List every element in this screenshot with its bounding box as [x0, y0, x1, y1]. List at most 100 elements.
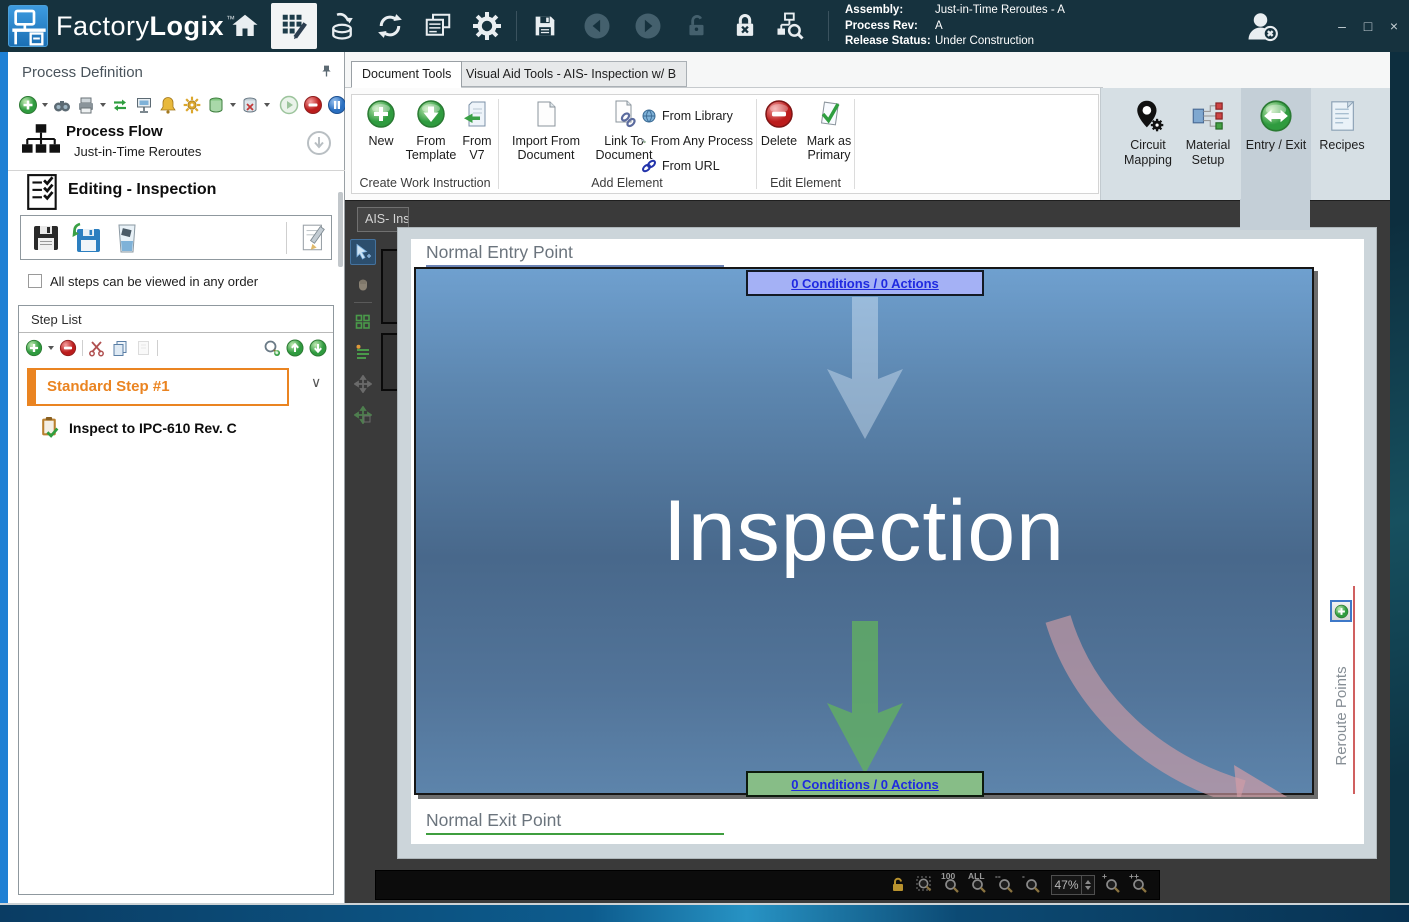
presentation-icon[interactable] — [134, 95, 154, 115]
from-url-button[interactable]: From URL — [641, 153, 753, 178]
zoom-step-icon[interactable] — [263, 339, 281, 357]
delete-button[interactable]: Delete — [757, 99, 801, 148]
redo-button[interactable] — [626, 0, 670, 52]
move-step-tool[interactable] — [350, 402, 376, 428]
zoom-level-field[interactable]: 47% — [1051, 875, 1095, 895]
align-tool[interactable] — [350, 340, 376, 366]
add-reroute-point-button[interactable] — [1330, 600, 1352, 622]
zoom-in-fast-button[interactable]: ++ — [1131, 876, 1149, 894]
export-data-icon[interactable] — [206, 95, 226, 115]
from-any-process-button[interactable]: From Any Process — [641, 128, 753, 153]
process-step-box[interactable]: Inspection — [414, 267, 1314, 795]
lock-revision-button[interactable] — [723, 0, 767, 52]
assembly-value: Just-in-Time Reroutes - A — [935, 4, 1065, 16]
add-step-dropdown-caret[interactable] — [48, 346, 54, 350]
substep-label[interactable]: Inspect to IPC-610 Rev. C — [69, 420, 237, 436]
material-setup-button[interactable]: Material Setup — [1179, 96, 1237, 168]
new-button[interactable]: New — [358, 99, 404, 148]
process-audit-button[interactable] — [768, 0, 812, 52]
exit-conditions-bar[interactable]: 0 Conditions / 0 Actions — [746, 771, 984, 797]
circuit-mapping-button[interactable]: Circuit Mapping — [1117, 96, 1179, 168]
zoom-out-fast-button[interactable]: -- — [997, 876, 1015, 894]
save-as-icon[interactable] — [69, 221, 103, 255]
sync-button[interactable] — [368, 0, 412, 52]
save-document-icon[interactable] — [31, 223, 61, 253]
release-icon[interactable] — [279, 95, 299, 115]
zoom-all-button[interactable]: ALL — [970, 876, 988, 894]
zoom-out-button[interactable]: - — [1024, 876, 1042, 894]
zoom-spinner-up[interactable] — [1085, 880, 1091, 884]
save-button[interactable] — [523, 0, 567, 52]
panel-scrollbar-thumb[interactable] — [338, 192, 343, 267]
swap-process-icon[interactable] — [110, 95, 130, 115]
tab-visual-aid-tools[interactable]: Visual Aid Tools - AIS- Inspection w/ B — [455, 61, 687, 87]
copy-icon[interactable] — [111, 339, 129, 357]
zoom-level-spinner[interactable] — [1081, 876, 1094, 894]
add-process-icon[interactable] — [18, 95, 38, 115]
maximize-button[interactable]: □ — [1356, 0, 1380, 52]
print-dropdown-caret[interactable] — [100, 103, 106, 107]
export-dropdown-caret[interactable] — [230, 103, 236, 107]
any-order-checkbox[interactable] — [28, 274, 42, 288]
production-button[interactable] — [320, 0, 364, 52]
find-icon[interactable] — [52, 95, 72, 115]
undo-button[interactable] — [575, 0, 619, 52]
recipes-button[interactable]: Recipes — [1312, 96, 1372, 153]
forms-button[interactable] — [416, 0, 460, 52]
step-expand-chevron[interactable]: ∨ — [311, 374, 321, 391]
mark-as-primary-button[interactable]: Mark as Primary — [803, 99, 855, 162]
settings-button[interactable] — [465, 0, 509, 52]
lock-view-icon[interactable] — [889, 876, 907, 894]
close-button[interactable]: × — [1382, 0, 1406, 52]
zoom-window-icon[interactable] — [916, 876, 934, 894]
process-definition-button[interactable] — [271, 3, 317, 49]
add-step-icon[interactable] — [25, 339, 43, 357]
home-button[interactable] — [223, 0, 267, 52]
zoom-in-button[interactable]: + — [1104, 876, 1122, 894]
tab-document-tools[interactable]: Document Tools — [351, 61, 462, 88]
step-item-standard-step-1[interactable]: Standard Step #1 — [27, 368, 289, 406]
grid-tool[interactable] — [350, 309, 376, 335]
step-list-section: Step List — [18, 305, 334, 895]
brand-logix: Logix — [150, 11, 225, 42]
hand-icon — [354, 274, 372, 292]
entry-exit-editor: Normal Entry Point Inspection 0 Conditio… — [397, 227, 1377, 859]
step-accent-bar — [29, 370, 36, 404]
unlock-icon — [684, 13, 710, 39]
print-icon[interactable] — [76, 95, 96, 115]
select-move-tool[interactable] — [350, 239, 376, 265]
delete-data-icon[interactable] — [240, 95, 260, 115]
add-process-dropdown-caret[interactable] — [42, 103, 48, 107]
entry-conditions-link[interactable]: 0 Conditions / 0 Actions — [791, 276, 939, 291]
process-settings-gear-icon[interactable] — [182, 95, 202, 115]
edit-document-icon[interactable] — [298, 222, 330, 254]
from-template-button[interactable]: From Template — [404, 99, 458, 162]
minimize-button[interactable]: – — [1330, 0, 1354, 52]
mark-as-primary-icon — [814, 99, 844, 129]
zoom-spinner-down[interactable] — [1085, 886, 1091, 890]
collapse-section-button[interactable] — [306, 130, 332, 156]
group-create-work-instruction: New From Template — [352, 95, 498, 193]
paste-icon[interactable] — [134, 339, 152, 357]
from-library-button[interactable]: From Library — [641, 103, 753, 128]
stop-icon[interactable] — [303, 95, 323, 115]
entry-exit-button[interactable]: Entry / Exit — [1241, 88, 1311, 200]
from-v7-button[interactable]: From V7 — [458, 99, 496, 162]
cut-icon[interactable] — [88, 339, 106, 357]
pin-icon[interactable] — [319, 64, 334, 79]
user-session-button[interactable] — [1238, 0, 1286, 52]
zoom-100-button[interactable]: 100 — [943, 876, 961, 894]
move-step-down-icon[interactable] — [309, 339, 327, 357]
pan-tool[interactable] — [350, 270, 376, 296]
unlock-button[interactable] — [675, 0, 719, 52]
hold-icon[interactable] — [327, 95, 347, 115]
import-from-document-button[interactable]: Import From Document — [507, 99, 585, 162]
entry-conditions-bar[interactable]: 0 Conditions / 0 Actions — [746, 270, 984, 296]
delete-dropdown-caret[interactable] — [264, 103, 270, 107]
discard-changes-icon[interactable] — [111, 221, 143, 255]
move-step-up-icon[interactable] — [286, 339, 304, 357]
alerts-bell-icon[interactable] — [158, 95, 178, 115]
move-elements-tool[interactable] — [350, 371, 376, 397]
exit-conditions-link[interactable]: 0 Conditions / 0 Actions — [791, 777, 939, 792]
remove-step-icon[interactable] — [59, 339, 77, 357]
